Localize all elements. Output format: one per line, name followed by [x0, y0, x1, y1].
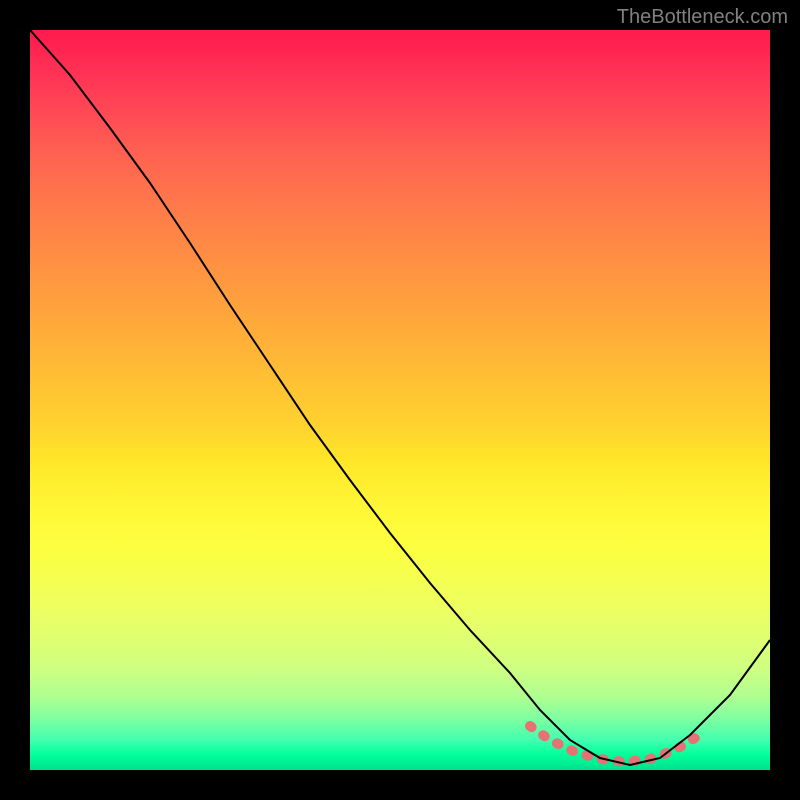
bottleneck-curve-line [30, 30, 770, 765]
attribution-text: TheBottleneck.com [617, 6, 788, 29]
chart-svg [30, 30, 770, 770]
optimal-region-highlight [530, 726, 695, 762]
chart-plot-area [30, 30, 770, 770]
